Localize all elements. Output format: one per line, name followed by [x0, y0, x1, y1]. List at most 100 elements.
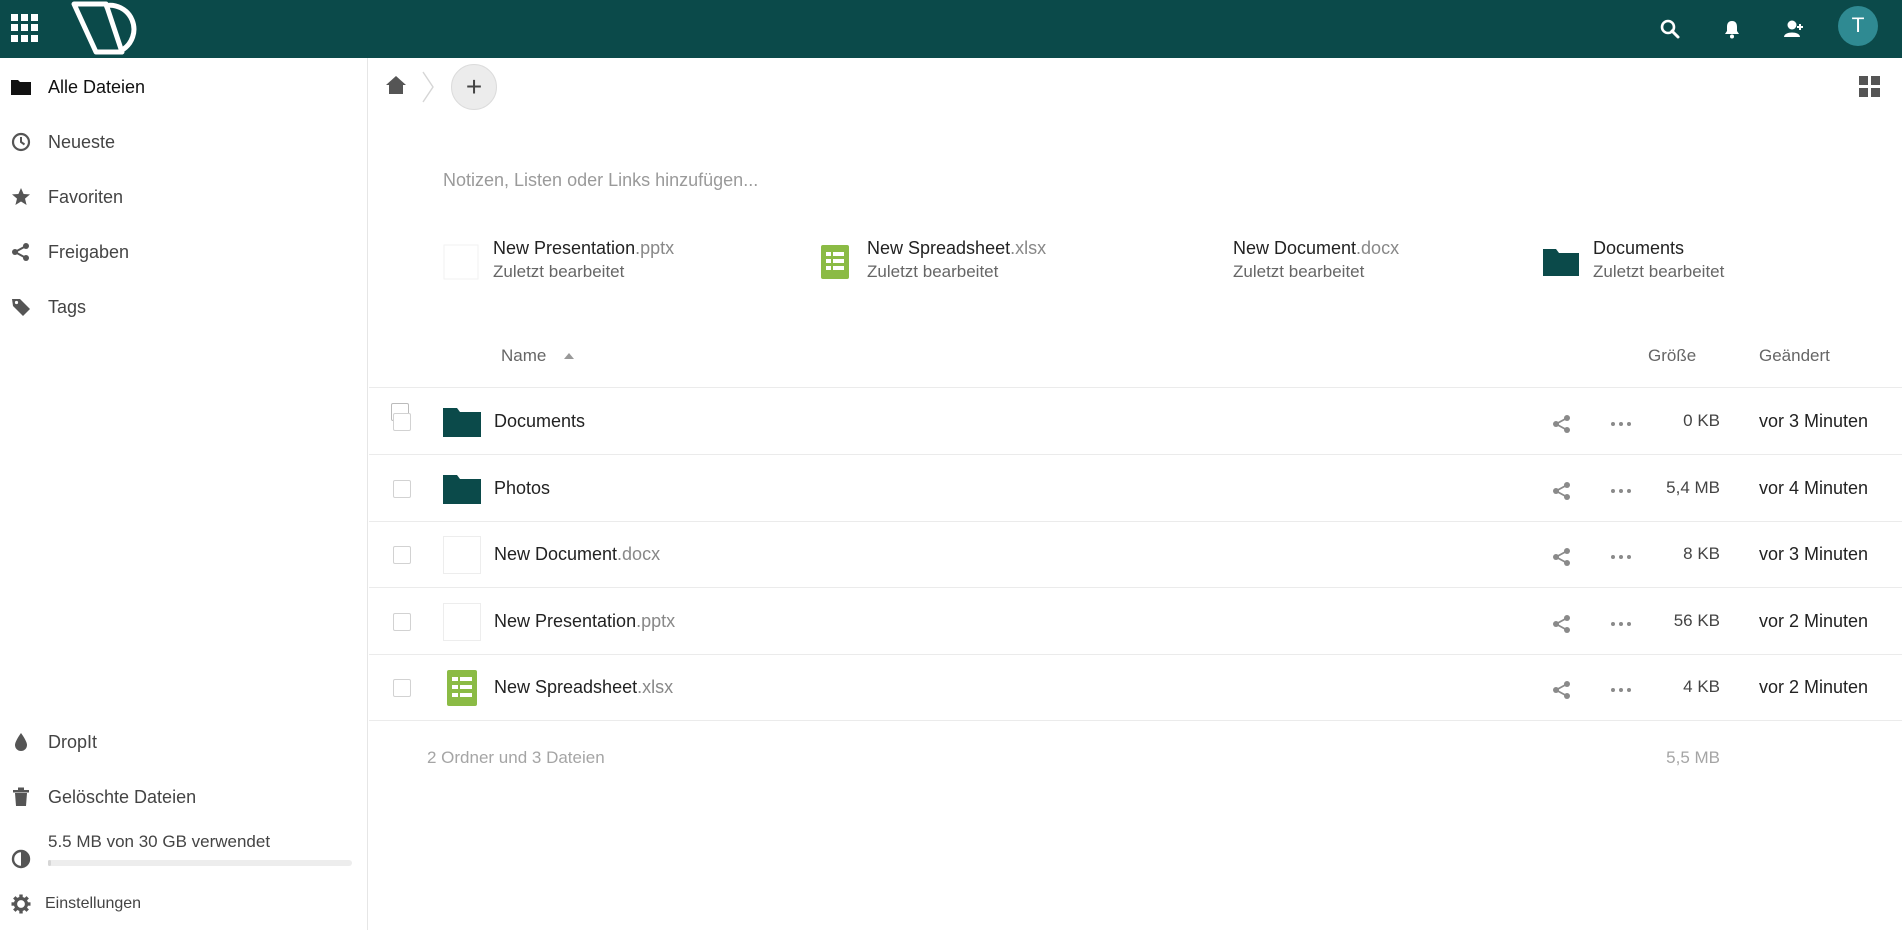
file-name[interactable]: New Presentation.pptx — [494, 611, 675, 632]
file-size: 5,4 MB — [1666, 478, 1720, 497]
file-size: 4 KB — [1683, 677, 1720, 696]
bell-icon[interactable] — [1717, 14, 1747, 44]
total-size-summary: 5,5 MB — [1666, 748, 1720, 767]
sidebar-item-quota[interactable]: 5.5 MB von 30 GB verwendet — [0, 826, 367, 876]
table-row[interactable]: Documents 0 KB vor 3 Minuten — [369, 389, 1902, 455]
file-name[interactable]: New Spreadsheet.xlsx — [494, 677, 673, 698]
sidebar-item-label: Neueste — [48, 131, 116, 152]
contacts-icon[interactable] — [1779, 14, 1809, 44]
sidebar-navigation: Alle Dateien Neueste Favoriten Freigaben… — [0, 58, 368, 930]
file-modified: vor 2 Minuten — [1759, 611, 1869, 631]
search-icon[interactable] — [1655, 14, 1685, 44]
recent-file-card[interactable]: New Spreadsheet.xlsx Zuletzt bearbeitet — [817, 238, 1117, 288]
recent-file-subtitle: Zuletzt bearbeitet — [493, 262, 625, 281]
row-checkbox[interactable] — [393, 546, 411, 564]
user-avatar[interactable]: T — [1838, 6, 1878, 46]
pie-chart-icon — [10, 848, 32, 870]
file-modified: vor 3 Minuten — [1759, 544, 1869, 564]
recent-file-name: New Spreadsheet.xlsx — [867, 238, 1047, 258]
more-actions-icon[interactable] — [1610, 679, 1632, 701]
file-name[interactable]: Photos — [494, 478, 550, 499]
table-row[interactable]: Photos 5,4 MB vor 4 Minuten — [369, 456, 1902, 522]
breadcrumb-separator-icon — [422, 70, 434, 104]
file-modified: vor 3 Minuten — [1759, 411, 1869, 431]
row-checkbox[interactable] — [393, 413, 411, 431]
share-icon[interactable] — [1551, 480, 1573, 502]
folder-icon — [443, 403, 481, 441]
file-name[interactable]: Documents — [494, 411, 585, 432]
sidebar-item-recent[interactable]: Neueste — [0, 117, 367, 167]
sidebar-item-favorites[interactable]: Favoriten — [0, 172, 367, 222]
notes-placeholder[interactable]: Notizen, Listen oder Links hinzufügen... — [443, 170, 758, 191]
star-icon — [10, 186, 32, 208]
row-checkbox[interactable] — [393, 480, 411, 498]
new-file-button[interactable]: + — [451, 64, 497, 110]
sidebar-item-label: Tags — [48, 296, 87, 317]
recent-file-card[interactable]: New Document.docx Zuletzt bearbeitet — [1183, 238, 1483, 288]
more-actions-icon[interactable] — [1610, 480, 1632, 502]
file-name[interactable]: New Document.docx — [494, 544, 660, 565]
folder-icon — [443, 470, 481, 508]
table-row[interactable]: New Presentation.pptx 56 KB vor 2 Minute… — [369, 589, 1902, 655]
sidebar-item-dropit[interactable]: DropIt — [0, 717, 367, 767]
share-icon[interactable] — [1551, 679, 1573, 701]
share-icon[interactable] — [1551, 546, 1573, 568]
files-main-area: + Notizen, Listen oder Links hinzufügen.… — [369, 58, 1902, 930]
file-modified: vor 4 Minuten — [1759, 478, 1869, 498]
plus-icon: + — [465, 71, 483, 102]
column-header-modified[interactable]: Geändert — [1759, 346, 1830, 366]
trash-icon — [10, 786, 32, 808]
file-count-summary: 2 Ordner und 3 Dateien — [427, 748, 605, 767]
more-actions-icon[interactable] — [1610, 613, 1632, 635]
row-checkbox[interactable] — [393, 679, 411, 697]
recent-file-card[interactable]: New Presentation.pptx Zuletzt bearbeitet — [443, 238, 743, 288]
apps-icon[interactable] — [10, 13, 40, 43]
gear-icon — [10, 893, 32, 915]
file-modified: vor 2 Minuten — [1759, 677, 1869, 697]
document-icon — [1183, 244, 1219, 280]
presentation-icon — [443, 603, 481, 641]
sidebar-item-label: DropIt — [48, 731, 98, 752]
clock-icon — [10, 131, 32, 153]
table-row[interactable]: New Document.docx 8 KB vor 3 Minuten — [369, 522, 1902, 588]
tag-icon — [10, 296, 32, 318]
table-row[interactable]: New Spreadsheet.xlsx 4 KB vor 2 Minuten — [369, 655, 1902, 721]
brand-logo[interactable] — [66, 0, 148, 56]
recent-file-name: New Document.docx — [1233, 238, 1400, 258]
sidebar-item-label: Einstellungen — [45, 895, 142, 912]
home-icon[interactable] — [385, 74, 409, 98]
row-checkbox[interactable] — [393, 613, 411, 631]
more-actions-icon[interactable] — [1610, 413, 1632, 435]
sort-ascending-icon — [564, 353, 574, 359]
folder-icon — [1543, 244, 1579, 280]
sidebar-item-label: Favoriten — [48, 186, 124, 207]
recent-file-subtitle: Zuletzt bearbeitet — [867, 262, 999, 281]
quota-progress-fill — [48, 860, 52, 866]
more-actions-icon[interactable] — [1610, 546, 1632, 568]
spreadsheet-icon — [817, 244, 853, 280]
sidebar-item-tags[interactable]: Tags — [0, 282, 367, 332]
column-header-size[interactable]: Größe — [1648, 346, 1696, 366]
quota-label: 5.5 MB von 30 GB verwendet — [48, 832, 271, 851]
avatar-initial: T — [1851, 14, 1865, 37]
sidebar-item-label: Gelöschte Dateien — [48, 786, 197, 807]
recent-file-subtitle: Zuletzt bearbeitet — [1593, 262, 1725, 281]
grid-view-toggle-icon[interactable] — [1857, 74, 1881, 98]
folder-icon — [10, 76, 32, 98]
sidebar-item-deleted-files[interactable]: Gelöschte Dateien — [0, 772, 367, 822]
top-header: T — [0, 0, 1902, 58]
share-icon — [10, 241, 32, 263]
file-size: 0 KB — [1683, 411, 1720, 430]
column-header-name[interactable]: Name — [501, 346, 546, 366]
share-icon[interactable] — [1551, 613, 1573, 635]
recent-file-name: New Presentation.pptx — [493, 238, 675, 258]
file-table-header: Name Größe Geändert — [369, 326, 1902, 421]
sidebar-item-all-files[interactable]: Alle Dateien — [0, 62, 367, 112]
share-icon[interactable] — [1551, 413, 1573, 435]
file-size: 8 KB — [1683, 544, 1720, 563]
spreadsheet-icon — [443, 669, 481, 707]
sidebar-item-settings[interactable]: Einstellungen — [0, 882, 367, 926]
document-icon — [443, 536, 481, 574]
sidebar-item-shares[interactable]: Freigaben — [0, 227, 367, 277]
recent-file-card[interactable]: Documents Zuletzt bearbeitet — [1543, 238, 1843, 288]
